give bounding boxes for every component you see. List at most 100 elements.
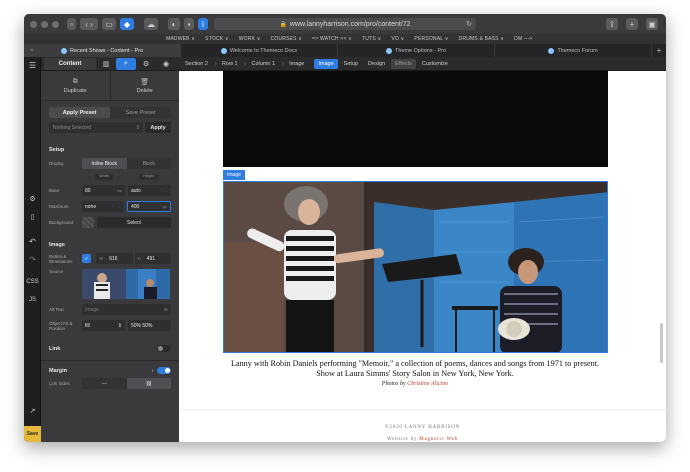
canvas-scrollbar[interactable]	[660, 73, 663, 440]
address-bar[interactable]: 🔒 www.lannyharrison.com/pro/content/72 ↻	[214, 18, 476, 30]
apply-preset-tab[interactable]: Apply Preset	[49, 107, 110, 118]
tab-themeco-docs[interactable]: Welcome to Themeco Docs	[181, 44, 338, 57]
bookmark-item[interactable]: MADWEB ∨	[166, 36, 195, 42]
preset-dropdown[interactable]: Nothing Selected	[49, 122, 143, 133]
back-forward-button[interactable]: ‹ ›	[80, 18, 98, 30]
link-toggle[interactable]	[157, 345, 171, 352]
shield-icon[interactable]: ▪	[184, 18, 194, 30]
layout-icon[interactable]: ▥	[96, 58, 116, 70]
retina-checkbox[interactable]: ✓	[82, 254, 91, 263]
safari-toolbar: ▫ ‹ › ▭ ◆ ☁ ◐ ▪ i 🔒 www.lannyharrison.co…	[24, 14, 666, 34]
alt-text-input[interactable]: Image ⊜	[82, 304, 171, 315]
css-button[interactable]: CSS	[24, 279, 41, 285]
magnetic-web-link[interactable]: Magnetic Web	[419, 437, 458, 442]
delete-button[interactable]: 🗑 Delete	[111, 71, 180, 100]
image-height-field[interactable]: H 491	[134, 253, 171, 264]
bookmark-item[interactable]: DM --->	[514, 36, 532, 42]
bookmark-item[interactable]: WORK ∨	[239, 36, 261, 42]
gear-icon[interactable]: ⚙	[136, 58, 156, 70]
scrollbar-thumb[interactable]	[660, 323, 663, 363]
bookmark-item[interactable]: DRUMS & BASS ∨	[459, 36, 505, 42]
link-sides-option[interactable]: ⛓	[126, 378, 171, 389]
info-icon[interactable]: i	[198, 18, 208, 30]
tab-recent-shows[interactable]: × Recent Shows - Content - Pro	[24, 44, 181, 57]
tab-themeco-forum[interactable]: Themeco Forum	[495, 44, 652, 57]
performance-photo[interactable]	[223, 181, 608, 353]
undo-icon[interactable]: ↶	[24, 237, 41, 246]
tab-design[interactable]: Design	[364, 59, 389, 69]
source-thumbnail[interactable]	[82, 269, 171, 299]
breadcrumb-section[interactable]: Section 2	[179, 57, 217, 71]
tab-overview-icon[interactable]: ▭	[102, 18, 116, 30]
preset-tabs: Apply Preset Save Preset	[49, 107, 171, 118]
duplicate-button[interactable]: ⧉ Duplicate	[41, 71, 111, 100]
video-embed[interactable]	[223, 71, 608, 167]
extension-icon[interactable]: ◆	[120, 18, 134, 30]
tabs-grid-icon[interactable]: ▣	[646, 18, 658, 30]
bookmark-item[interactable]: => WATCH << ∨	[312, 36, 352, 42]
search-icon[interactable]: ⌕	[116, 57, 136, 70]
base-height-input[interactable]: auto ...	[128, 185, 171, 196]
sidebar-toggle-icon[interactable]: ▫	[67, 18, 76, 30]
unit-label[interactable]: px	[163, 204, 167, 209]
max-width-input[interactable]: none ...	[82, 201, 124, 212]
unit-label[interactable]: ...	[118, 204, 121, 209]
tab-setup[interactable]: Setup	[340, 59, 362, 69]
close-tab-icon[interactable]: ×	[30, 48, 34, 54]
apply-preset-button[interactable]: Apply	[145, 122, 171, 133]
tab-effects[interactable]: Effects	[391, 58, 416, 69]
settings-icon[interactable]: ⚙	[24, 195, 41, 203]
menu-icon[interactable]: ☰	[24, 61, 41, 70]
setup-heading: Setup	[49, 147, 65, 153]
minimize-window-button[interactable]	[41, 20, 48, 28]
base-width-value: 80	[85, 187, 91, 194]
new-tab-icon[interactable]: +	[626, 18, 638, 30]
max-height-input[interactable]: 400 px	[127, 201, 171, 212]
unit-label[interactable]: vw	[117, 188, 122, 193]
dynamic-content-icon[interactable]: ⊜	[164, 307, 168, 313]
object-position-input[interactable]: 50% 50%	[128, 320, 171, 331]
tab-theme-options[interactable]: Theme Options - Pro	[338, 44, 495, 57]
maximum-fields: none ... 400 px	[82, 201, 171, 212]
bookmark-item[interactable]: STOCK ∨	[205, 36, 229, 42]
unit-label[interactable]: ...	[165, 188, 168, 193]
tab-image[interactable]: Image	[314, 58, 338, 69]
object-fit-select[interactable]: fill ⇕	[82, 320, 125, 331]
margin-toggle[interactable]	[157, 367, 171, 374]
content-tab[interactable]: Content	[44, 57, 96, 70]
breadcrumb-image[interactable]: Image	[283, 57, 312, 71]
bookmark-item[interactable]: PERSONAL ∨	[414, 36, 448, 42]
responsive-icon[interactable]: ◗	[151, 368, 154, 374]
save-preset-tab[interactable]: Save Preset	[110, 107, 171, 118]
photo-credit: Photos by Christine Alicino	[209, 381, 621, 387]
display-block[interactable]: Block	[126, 158, 171, 169]
photographer-link[interactable]: Christine Alicino	[407, 381, 448, 387]
breadcrumb-row[interactable]: Row 1	[216, 57, 246, 71]
js-button[interactable]: JS	[24, 297, 41, 303]
save-button[interactable]: Save	[24, 426, 41, 442]
tab-customize[interactable]: Customize	[418, 59, 452, 69]
theme-icon[interactable]: ◉	[156, 58, 176, 70]
background-select-button[interactable]: Select	[97, 217, 171, 228]
share-icon[interactable]: ⇪	[606, 18, 618, 30]
image-width-field[interactable]: W 616	[96, 253, 133, 264]
close-window-button[interactable]	[30, 20, 37, 28]
privacy-icon[interactable]: ◐	[168, 18, 180, 30]
base-width-input[interactable]: 80 vw	[82, 185, 125, 196]
display-inline-block[interactable]: Inline Block	[82, 158, 127, 169]
color-swatch[interactable]	[82, 217, 94, 228]
image-element-tag[interactable]: Image	[223, 170, 245, 180]
redo-icon[interactable]: ↷	[24, 255, 41, 264]
cloud-icon[interactable]: ☁	[144, 18, 158, 30]
bookmark-item[interactable]: VO ∨	[391, 36, 404, 42]
add-tab-icon[interactable]: +	[652, 44, 666, 57]
external-link-icon[interactable]: ↗	[24, 407, 41, 415]
object-fit-fields: fill ⇕ 50% 50%	[82, 320, 171, 331]
breadcrumb-column[interactable]: Column 1	[246, 57, 284, 71]
unlink-sides-option[interactable]: ⊶	[82, 378, 127, 389]
reload-icon[interactable]: ↻	[466, 20, 472, 28]
bookmark-item[interactable]: TUTS ∨	[362, 36, 381, 42]
device-icon[interactable]: ▯	[24, 213, 41, 221]
bookmark-item[interactable]: COURSES ∨	[271, 36, 303, 42]
zoom-window-button[interactable]	[52, 20, 59, 28]
